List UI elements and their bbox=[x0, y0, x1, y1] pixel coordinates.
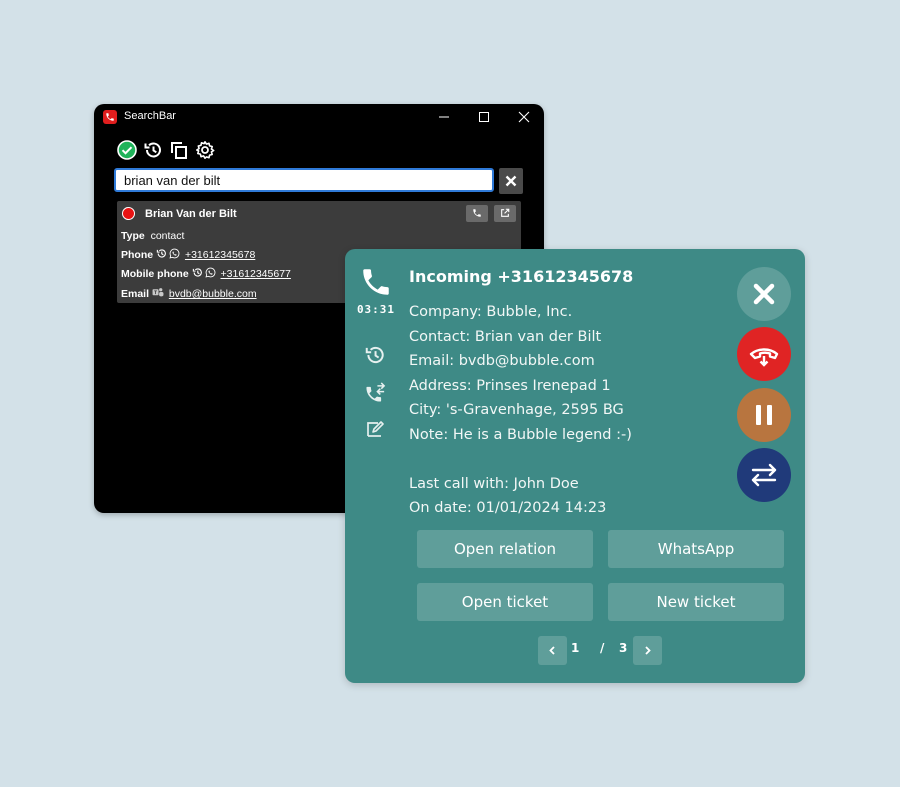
note-line: Note: He is a Bubble legend :-) bbox=[409, 427, 632, 443]
pager-separator: / bbox=[600, 641, 605, 655]
incoming-call-panel: 03:31 Incoming +31612345678 Company: Bub… bbox=[345, 249, 805, 683]
previous-page-button[interactable] bbox=[538, 636, 567, 665]
pager-total: 3 bbox=[619, 641, 628, 655]
search-input[interactable] bbox=[116, 170, 484, 191]
whatsapp-button[interactable]: WhatsApp bbox=[608, 530, 784, 568]
close-icon bbox=[753, 283, 775, 305]
title-bar[interactable]: SearchBar bbox=[94, 104, 544, 130]
history-icon[interactable] bbox=[143, 140, 163, 160]
last-call-line: Last call with: John Doe bbox=[409, 476, 579, 492]
check-circle-icon[interactable] bbox=[117, 140, 137, 160]
open-ticket-button[interactable]: Open ticket bbox=[417, 583, 593, 621]
maximize-button[interactable] bbox=[464, 104, 504, 130]
type-row: Type contact bbox=[121, 230, 185, 242]
pause-icon bbox=[756, 405, 772, 425]
result-name: Brian Van der Bilt bbox=[145, 208, 237, 220]
chevron-right-icon bbox=[645, 646, 651, 655]
window-title: SearchBar bbox=[124, 110, 176, 122]
hold-button[interactable] bbox=[737, 388, 791, 442]
on-date-line: On date: 01/01/2024 14:23 bbox=[409, 500, 607, 516]
copy-icon[interactable] bbox=[169, 140, 189, 160]
mobile-phone-row: Mobile phone +31612345677 bbox=[121, 267, 291, 280]
phone-icon bbox=[359, 265, 393, 303]
history-icon[interactable] bbox=[156, 248, 167, 259]
city-line: City: 's-Gravenhage, 2595 BG bbox=[409, 402, 624, 418]
clear-search-button[interactable] bbox=[499, 168, 523, 194]
new-ticket-button[interactable]: New ticket bbox=[608, 583, 784, 621]
contact-line: Contact: Brian van der Bilt bbox=[409, 329, 602, 345]
pager-current: 1 bbox=[571, 641, 580, 655]
open-external-button[interactable] bbox=[494, 205, 516, 222]
phone-row: Phone +31612345678 bbox=[121, 248, 256, 261]
address-line: Address: Prinses Irenepad 1 bbox=[409, 378, 611, 394]
transfer-button[interactable] bbox=[737, 448, 791, 502]
call-timer: 03:31 bbox=[356, 303, 396, 316]
gear-icon[interactable] bbox=[195, 140, 215, 160]
transfer-icon bbox=[751, 463, 777, 487]
email-row: Email bvdb@bubble.com bbox=[121, 287, 257, 300]
call-title: Incoming +31612345678 bbox=[409, 267, 634, 286]
call-forward-icon[interactable] bbox=[364, 382, 387, 409]
external-link-icon bbox=[501, 208, 510, 217]
status-dot bbox=[122, 207, 135, 220]
close-icon bbox=[505, 175, 517, 187]
close-window-button[interactable] bbox=[504, 104, 544, 130]
dismiss-button[interactable] bbox=[737, 267, 791, 321]
hang-up-icon bbox=[749, 348, 779, 367]
edit-note-icon[interactable] bbox=[364, 419, 386, 445]
hang-up-button[interactable] bbox=[737, 327, 791, 381]
history-icon[interactable] bbox=[364, 344, 386, 370]
search-field[interactable] bbox=[114, 168, 494, 192]
next-page-button[interactable] bbox=[633, 636, 662, 665]
whatsapp-icon[interactable] bbox=[205, 267, 216, 278]
teams-icon[interactable] bbox=[152, 287, 164, 298]
email-line: Email: bvdb@bubble.com bbox=[409, 353, 595, 369]
minimize-button[interactable] bbox=[424, 104, 464, 130]
phone-icon bbox=[473, 209, 481, 217]
history-icon[interactable] bbox=[192, 267, 203, 278]
open-relation-button[interactable]: Open relation bbox=[417, 530, 593, 568]
whatsapp-icon[interactable] bbox=[169, 248, 180, 259]
chevron-left-icon bbox=[549, 646, 555, 655]
app-phone-icon bbox=[103, 110, 117, 124]
company-line: Company: Bubble, Inc. bbox=[409, 304, 573, 320]
call-button[interactable] bbox=[466, 205, 488, 222]
